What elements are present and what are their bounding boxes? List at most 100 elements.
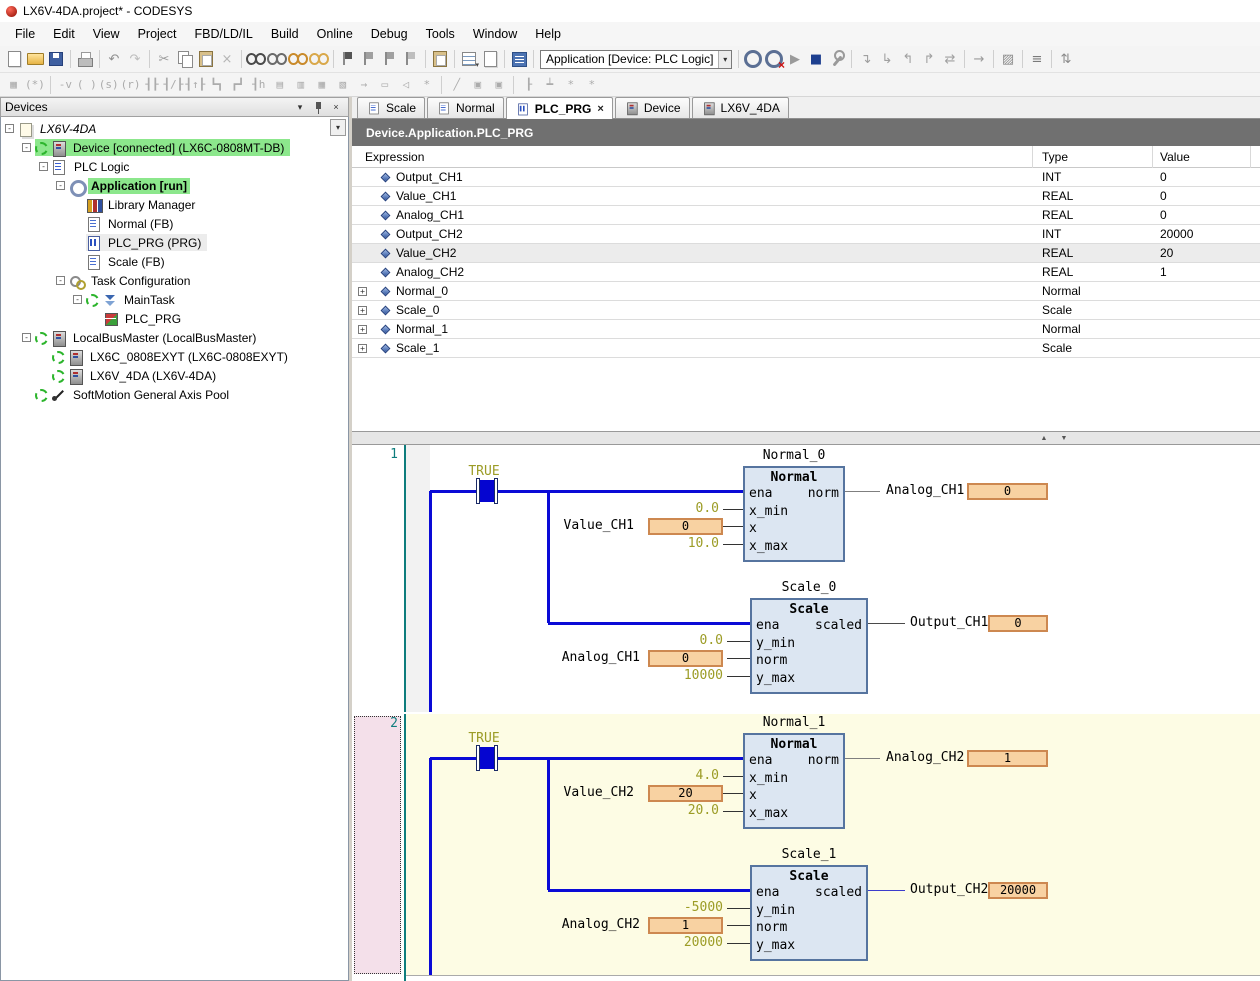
- tree-expander-icon[interactable]: -: [22, 333, 31, 342]
- open-project-icon[interactable]: [25, 49, 45, 69]
- menu-item-file[interactable]: File: [6, 23, 44, 45]
- step-out-icon[interactable]: ↰: [898, 49, 918, 69]
- tab-normal[interactable]: Normal: [427, 97, 504, 118]
- watch-list-icon[interactable]: ≡: [1027, 49, 1047, 69]
- breakpoint-icon[interactable]: [827, 49, 847, 69]
- online-value-box[interactable]: 0: [648, 518, 723, 535]
- copy-icon[interactable]: [175, 49, 195, 69]
- fbd-tool-icon-7[interactable]: ┨┠: [143, 76, 162, 94]
- watch-row-value-ch2[interactable]: Value_CH2REAL20: [352, 244, 1260, 263]
- fbd-tool-icon-14[interactable]: ▥: [291, 76, 310, 94]
- previous-bookmark-icon[interactable]: [359, 49, 379, 69]
- menu-item-project[interactable]: Project: [129, 23, 186, 45]
- tree-item-localbusmaster-localbusmaster[interactable]: -LocalBusMaster (LocalBusMaster): [1, 328, 348, 347]
- panel-close-icon[interactable]: ×: [328, 100, 344, 115]
- fbd-tool-icon-24[interactable]: ▣: [489, 76, 508, 94]
- watch-row-output-ch1[interactable]: Output_CH1INT0: [352, 168, 1260, 187]
- fbd-block-scale-1[interactable]: Scaleenascaledy_minnormy_max: [750, 865, 868, 961]
- watch-row-analog-ch1[interactable]: Analog_CH1REAL0: [352, 206, 1260, 225]
- delete-icon[interactable]: ×: [217, 49, 237, 69]
- online-value-box[interactable]: 20000: [988, 882, 1048, 899]
- tree-item-lx6v-4da[interactable]: -LX6V-4DA: [1, 119, 348, 138]
- fbd-tool-icon-15[interactable]: ▦: [312, 76, 331, 94]
- watch-row-normal-1[interactable]: +Normal_1Normal: [352, 320, 1260, 339]
- paste-icon[interactable]: [196, 49, 216, 69]
- new-object-icon[interactable]: [459, 49, 479, 69]
- tree-item-application-run[interactable]: -Application [run]: [1, 176, 348, 195]
- toggle-bookmark-icon[interactable]: [338, 49, 358, 69]
- tab-device[interactable]: Device: [615, 97, 690, 118]
- step-into-icon[interactable]: ↳: [877, 49, 897, 69]
- fbd-tool-icon-23[interactable]: ▣: [468, 76, 487, 94]
- tree-item-maintask[interactable]: -MainTask: [1, 290, 348, 309]
- watch-row-output-ch2[interactable]: Output_CH2INT20000: [352, 225, 1260, 244]
- fbd-block-normal-1[interactable]: Normalenanormx_minxx_max: [743, 733, 845, 829]
- tree-item-task-configuration[interactable]: -Task Configuration: [1, 271, 348, 290]
- fbd-tool-icon-4[interactable]: ( ): [77, 76, 97, 94]
- column-expression[interactable]: Expression: [365, 150, 424, 164]
- expand-icon[interactable]: +: [358, 325, 367, 334]
- new-pou-icon[interactable]: [480, 49, 500, 69]
- tree-item-device-connected-lx6c-0808mt-db[interactable]: -Device [connected] (LX6C-0808MT-DB): [1, 138, 348, 157]
- online-value-box[interactable]: 1: [648, 917, 723, 934]
- menu-item-tools[interactable]: Tools: [417, 23, 464, 45]
- replace-in-project-icon[interactable]: [309, 49, 329, 69]
- step-over-icon[interactable]: ↴: [856, 49, 876, 69]
- scroll-up-icon[interactable]: ▲: [1035, 433, 1053, 444]
- login-icon[interactable]: [743, 49, 763, 69]
- fbd-tool-icon-0[interactable]: ▦: [4, 76, 23, 94]
- fbd-tool-icon-20[interactable]: *: [417, 76, 436, 94]
- watch-row-analog-ch2[interactable]: Analog_CH2REAL1: [352, 263, 1260, 282]
- menu-item-help[interactable]: Help: [526, 23, 570, 45]
- horizontal-splitter[interactable]: ▲ ▼: [352, 431, 1260, 445]
- stop-icon[interactable]: ■: [806, 49, 826, 69]
- tree-expander-icon[interactable]: -: [22, 143, 31, 152]
- tree-item-softmotion-general-axis-pool[interactable]: SoftMotion General Axis Pool: [1, 385, 348, 404]
- menu-item-window[interactable]: Window: [464, 23, 526, 45]
- fbd-tool-icon-12[interactable]: ┨h: [249, 76, 268, 94]
- tree-item-plc-prg[interactable]: PLC_PRG: [1, 309, 348, 328]
- flow-control-icon[interactable]: ▨: [998, 49, 1018, 69]
- online-value-box[interactable]: 0: [648, 650, 723, 667]
- fbd-tool-icon-11[interactable]: ┏┛: [228, 76, 247, 94]
- fbd-tool-icon-17[interactable]: →: [354, 76, 373, 94]
- fbd-tool-icon-10[interactable]: ┗┓: [207, 76, 226, 94]
- fbd-tool-icon-1[interactable]: (*): [25, 76, 45, 94]
- scroll-down-icon[interactable]: ▼: [1055, 433, 1073, 444]
- fbd-tool-icon-13[interactable]: ▤: [270, 76, 289, 94]
- watch-row-scale-1[interactable]: +Scale_1Scale: [352, 339, 1260, 358]
- reset-icon[interactable]: ⇄: [940, 49, 960, 69]
- cut-icon[interactable]: ✂: [154, 49, 174, 69]
- watch-row-value-ch1[interactable]: Value_CH1REAL0: [352, 187, 1260, 206]
- find-in-project-icon[interactable]: [288, 49, 308, 69]
- panel-collapse-icon[interactable]: ▾: [292, 100, 308, 115]
- paste-object-icon[interactable]: [430, 49, 450, 69]
- run-to-cursor-icon[interactable]: →: [969, 49, 989, 69]
- online-value-box[interactable]: 0: [988, 615, 1048, 632]
- library-repository-icon[interactable]: [509, 49, 529, 69]
- fbd-tool-icon-26[interactable]: ┠: [519, 76, 538, 94]
- online-value-box[interactable]: 0: [967, 483, 1048, 500]
- tab-lx6v-4da[interactable]: LX6V_4DA: [692, 97, 789, 118]
- menu-item-build[interactable]: Build: [262, 23, 308, 45]
- replace-icon[interactable]: [267, 49, 287, 69]
- fbd-tool-icon-9[interactable]: ┨↑┠: [185, 76, 205, 94]
- save-icon[interactable]: [46, 49, 66, 69]
- menu-item-fbd-ld-il[interactable]: FBD/LD/IL: [185, 23, 261, 45]
- tree-dropdown-button[interactable]: ▾: [330, 119, 346, 136]
- menu-item-debug[interactable]: Debug: [362, 23, 417, 45]
- tab-scale[interactable]: Scale: [357, 97, 425, 118]
- expand-icon[interactable]: +: [358, 287, 367, 296]
- fbd-tool-icon-16[interactable]: ▧: [333, 76, 352, 94]
- fbd-tool-icon-27[interactable]: ┷: [540, 76, 559, 94]
- fbd-block-scale-0[interactable]: Scaleenascaledy_minnormy_max: [750, 598, 868, 694]
- fbd-tool-icon-3[interactable]: -v: [56, 76, 75, 94]
- new-project-icon[interactable]: [4, 49, 24, 69]
- step-instruction-icon[interactable]: ↱: [919, 49, 939, 69]
- tree-item-scale-fb[interactable]: Scale (FB): [1, 252, 348, 271]
- column-type[interactable]: Type: [1042, 150, 1068, 164]
- start-icon[interactable]: ▶: [785, 49, 805, 69]
- fbd-tool-icon-29[interactable]: *: [582, 76, 601, 94]
- tree-expander-icon[interactable]: -: [39, 162, 48, 171]
- clear-bookmarks-icon[interactable]: [401, 49, 421, 69]
